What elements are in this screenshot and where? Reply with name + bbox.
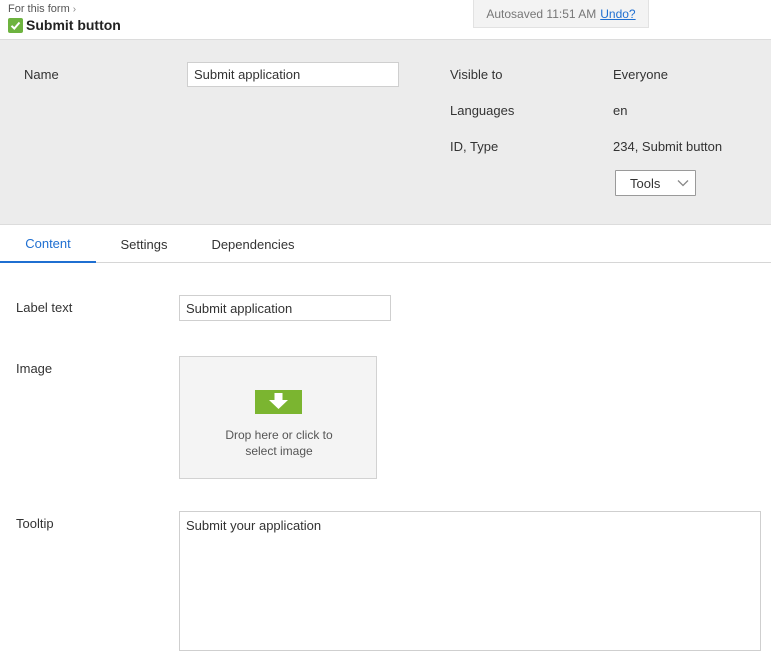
top-bar: For this form › Submit button Autosaved … bbox=[0, 0, 771, 40]
autosave-status: Autosaved 11:51 AM Undo? bbox=[473, 0, 649, 28]
tab-content[interactable]: Content bbox=[0, 225, 96, 263]
image-dropzone[interactable]: Drop here or click to select image bbox=[179, 356, 377, 479]
languages-value: en bbox=[613, 103, 628, 118]
languages-label: Languages bbox=[450, 103, 515, 118]
name-label: Name bbox=[24, 67, 59, 82]
properties-panel: Name Visible to Everyone Languages en ID… bbox=[0, 40, 771, 225]
checkmark-icon bbox=[8, 17, 23, 33]
dropzone-line-1: Drop here or click to bbox=[225, 428, 333, 442]
tools-dropdown[interactable]: Tools bbox=[615, 170, 696, 196]
download-icon bbox=[255, 390, 302, 414]
breadcrumb[interactable]: For this form › bbox=[8, 3, 76, 15]
id-type-label: ID, Type bbox=[450, 139, 499, 154]
label-text-input[interactable] bbox=[179, 295, 391, 321]
breadcrumb-label[interactable]: For this form bbox=[8, 3, 70, 15]
dropzone-line-2: select image bbox=[245, 444, 313, 458]
tab-bar: Content Settings Dependencies bbox=[0, 225, 771, 263]
tab-settings[interactable]: Settings bbox=[104, 225, 184, 263]
chevron-right-icon: › bbox=[72, 3, 77, 15]
page-title: Submit button bbox=[8, 17, 121, 33]
chevron-down-icon bbox=[677, 180, 689, 187]
name-input[interactable] bbox=[187, 62, 399, 87]
tab-dependencies[interactable]: Dependencies bbox=[198, 225, 308, 263]
label-text-label: Label text bbox=[16, 300, 73, 315]
tools-label: Tools bbox=[630, 175, 661, 191]
dropzone-text: Drop here or click to select image bbox=[180, 427, 378, 459]
tooltip-textarea[interactable]: Submit your application bbox=[179, 511, 761, 651]
id-type-value: 234, Submit button bbox=[613, 139, 723, 154]
undo-link[interactable]: Undo? bbox=[600, 7, 635, 21]
visible-to-label: Visible to bbox=[450, 67, 503, 82]
page-title-text: Submit button bbox=[26, 17, 121, 33]
autosave-text: Autosaved 11:51 AM bbox=[486, 6, 597, 21]
visible-to-value: Everyone bbox=[613, 67, 668, 82]
image-label: Image bbox=[16, 361, 53, 376]
tooltip-label: Tooltip bbox=[16, 516, 54, 531]
